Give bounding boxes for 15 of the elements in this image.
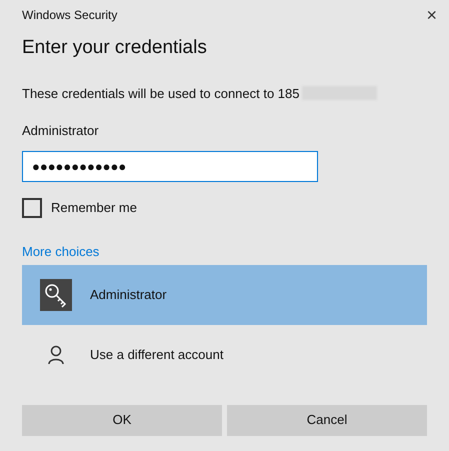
- dialog-button[interactable]: OK: [22, 404, 222, 436]
- connection-message: These credentials will be used to connect to 185: [22, 84, 300, 102]
- dialog-button[interactable]: Cancel: [227, 404, 427, 436]
- more-choices-link[interactable]: More choices: [22, 244, 100, 258]
- close-button[interactable]: ×: [426, 6, 437, 24]
- person-icon: [47, 344, 65, 364]
- username-label: Administrator: [21, 122, 100, 140]
- remember-label: Remember me: [51, 198, 137, 217]
- remember-checkbox[interactable]: [22, 198, 42, 218]
- dialog-heading: Enter your credentials: [21, 36, 208, 60]
- account-option[interactable]: Use a different account: [22, 324, 427, 384]
- account-option[interactable]: Administrator: [22, 264, 427, 324]
- key-icon: [40, 278, 72, 310]
- password-field[interactable]: ●●●●●●●●●●●●: [22, 150, 318, 182]
- window-title: Windows Security: [22, 7, 118, 24]
